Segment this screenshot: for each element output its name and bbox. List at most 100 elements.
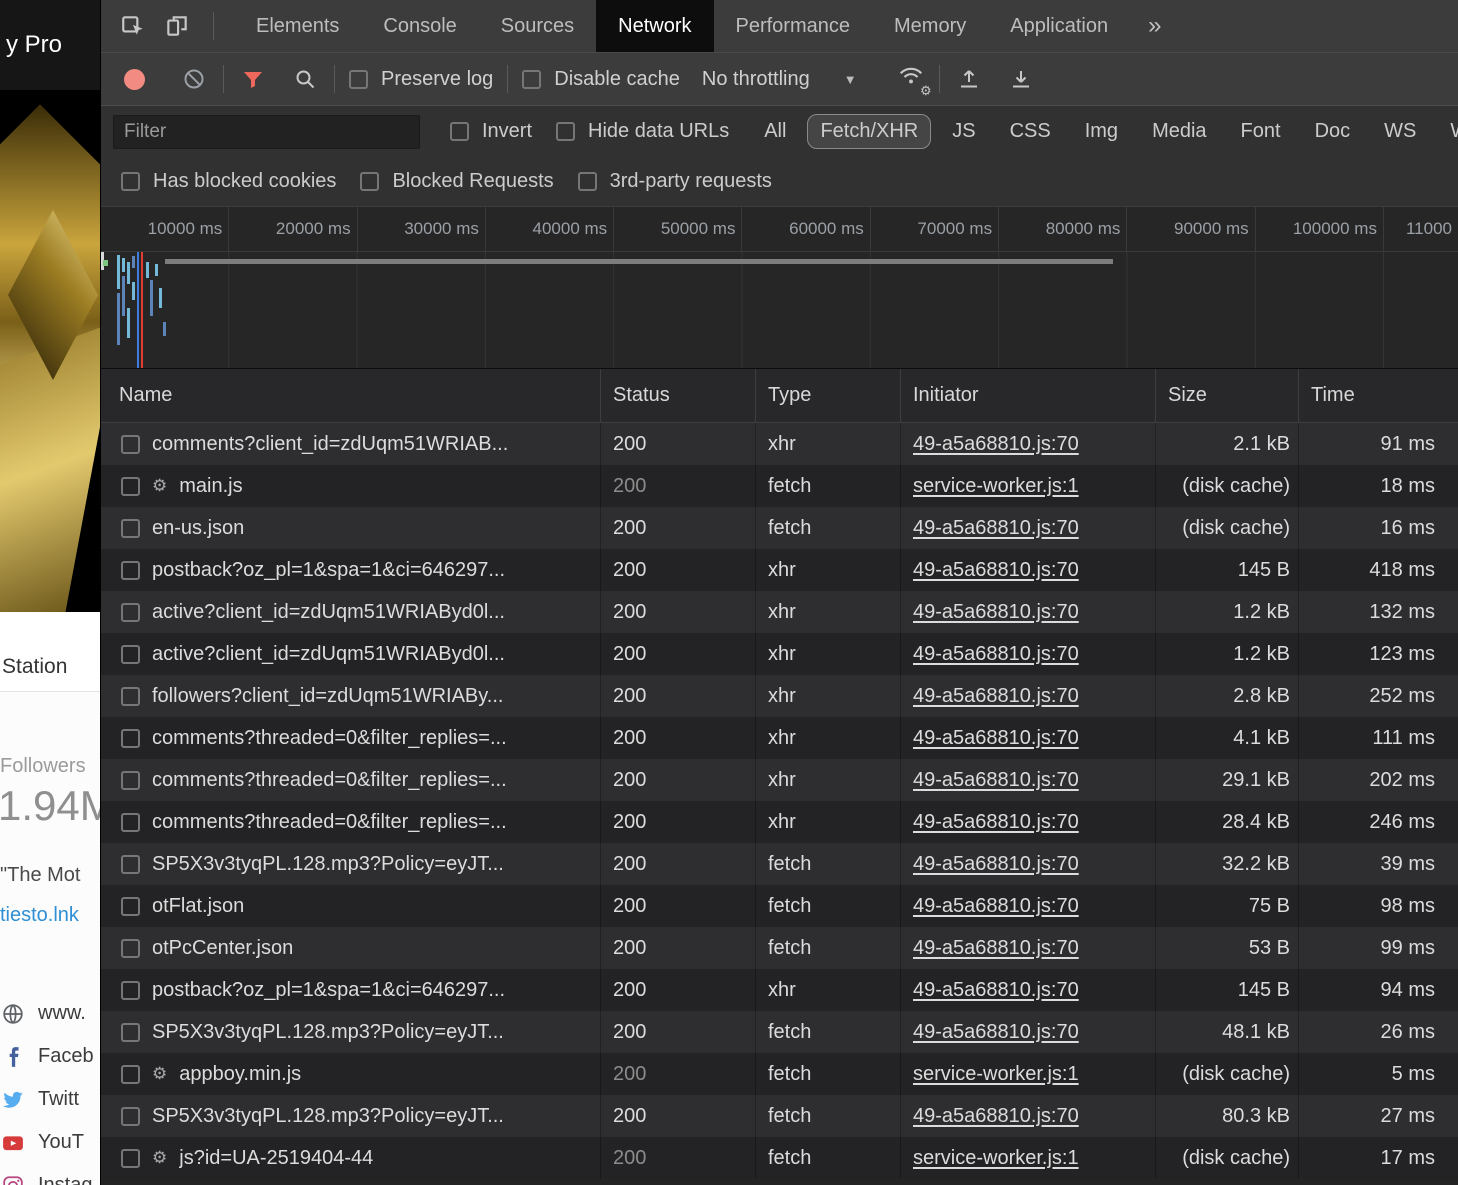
request-initiator-link[interactable]: 49-a5a68810.js:70 (913, 517, 1079, 540)
inspect-element-button[interactable] (111, 0, 155, 52)
request-row[interactable]: SP5X3v3tyqPL.128.mp3?Policy=eyJT...200fe… (101, 843, 1458, 885)
blocked-requests-checkbox[interactable]: Blocked Requests (360, 170, 553, 193)
request-initiator-link[interactable]: 49-a5a68810.js:70 (913, 1021, 1079, 1044)
request-initiator-link[interactable]: service-worker.js:1 (913, 1063, 1079, 1086)
invert-checkbox[interactable]: Invert (450, 120, 532, 143)
throttling-select[interactable]: No throttling ▼ (702, 68, 857, 91)
more-tabs-button[interactable]: » (1130, 0, 1179, 52)
chip-doc[interactable]: Doc (1302, 114, 1364, 149)
request-row[interactable]: ⚙main.js200fetchservice-worker.js:1(disk… (101, 465, 1458, 507)
request-row[interactable]: active?client_id=zdUqm51WRIAByd0l...200x… (101, 591, 1458, 633)
preserve-log-checkbox[interactable]: Preserve log (349, 68, 493, 91)
export-har-button[interactable] (1006, 67, 1036, 91)
request-initiator-link[interactable]: 49-a5a68810.js:70 (913, 811, 1079, 834)
chip-media[interactable]: Media (1139, 114, 1219, 149)
row-checkbox[interactable] (121, 603, 140, 622)
row-checkbox[interactable] (121, 1023, 140, 1042)
request-row[interactable]: postback?oz_pl=1&spa=1&ci=646297...200xh… (101, 549, 1458, 591)
chip-font[interactable]: Font (1228, 114, 1294, 149)
social-link-instag[interactable]: Instag (2, 1164, 100, 1185)
hide-data-urls-checkbox[interactable]: Hide data URLs (556, 120, 729, 143)
request-initiator-link[interactable]: 49-a5a68810.js:70 (913, 979, 1079, 1002)
request-initiator-link[interactable]: 49-a5a68810.js:70 (913, 853, 1079, 876)
request-initiator-link[interactable]: 49-a5a68810.js:70 (913, 685, 1079, 708)
request-initiator-link[interactable]: service-worker.js:1 (913, 1147, 1079, 1170)
request-row[interactable]: comments?threaded=0&filter_replies=...20… (101, 801, 1458, 843)
row-checkbox[interactable] (121, 687, 140, 706)
import-har-button[interactable] (954, 67, 984, 91)
row-checkbox[interactable] (121, 1107, 140, 1126)
request-row[interactable]: ⚙appboy.min.js200fetchservice-worker.js:… (101, 1053, 1458, 1095)
tab-elements[interactable]: Elements (234, 0, 361, 52)
chip-fetch-xhr[interactable]: Fetch/XHR (807, 114, 931, 149)
tab-sources[interactable]: Sources (479, 0, 596, 52)
timeline-graph[interactable] (101, 252, 1458, 368)
chip-css[interactable]: CSS (997, 114, 1064, 149)
request-initiator-link[interactable]: 49-a5a68810.js:70 (913, 895, 1079, 918)
request-initiator-link[interactable]: 49-a5a68810.js:70 (913, 727, 1079, 750)
row-checkbox[interactable] (121, 561, 140, 580)
request-row[interactable]: en-us.json200fetch49-a5a68810.js:70(disk… (101, 507, 1458, 549)
request-initiator-link[interactable]: 49-a5a68810.js:70 (913, 601, 1079, 624)
column-header-size[interactable]: Size (1156, 369, 1299, 422)
filter-toggle-button[interactable] (238, 67, 268, 91)
request-row[interactable]: ⚙js?id=UA-2519404-44200fetchservice-work… (101, 1137, 1458, 1179)
row-checkbox[interactable] (121, 855, 140, 874)
row-checkbox[interactable] (121, 1065, 140, 1084)
column-header-status[interactable]: Status (601, 369, 756, 422)
clear-button[interactable] (179, 67, 209, 91)
device-toolbar-button[interactable] (155, 0, 199, 52)
column-header-type[interactable]: Type (756, 369, 901, 422)
request-row[interactable]: comments?client_id=zdUqm51WRIAB...200xhr… (101, 423, 1458, 465)
chip-ws[interactable]: WS (1371, 114, 1429, 149)
row-checkbox[interactable] (121, 981, 140, 1000)
chip-all[interactable]: All (751, 114, 799, 149)
disable-cache-checkbox[interactable]: Disable cache (522, 68, 680, 91)
row-checkbox[interactable] (121, 939, 140, 958)
request-initiator-link[interactable]: 49-a5a68810.js:70 (913, 643, 1079, 666)
request-row[interactable]: otPcCenter.json200fetch49-a5a68810.js:70… (101, 927, 1458, 969)
tab-network[interactable]: Network (596, 0, 713, 52)
column-header-initiator[interactable]: Initiator (901, 369, 1156, 422)
chip-js[interactable]: JS (939, 114, 988, 149)
request-row[interactable]: SP5X3v3tyqPL.128.mp3?Policy=eyJT...200fe… (101, 1095, 1458, 1137)
column-header-time[interactable]: Time (1299, 369, 1458, 422)
bio-link[interactable]: tiesto.lnk (0, 904, 79, 927)
tab-memory[interactable]: Memory (872, 0, 988, 52)
row-checkbox[interactable] (121, 813, 140, 832)
request-initiator-link[interactable]: service-worker.js:1 (913, 475, 1079, 498)
row-checkbox[interactable] (121, 771, 140, 790)
request-initiator-link[interactable]: 49-a5a68810.js:70 (913, 769, 1079, 792)
tab-application[interactable]: Application (988, 0, 1130, 52)
row-checkbox[interactable] (121, 435, 140, 454)
social-link-twitt[interactable]: Twitt (2, 1078, 100, 1121)
request-row[interactable]: comments?threaded=0&filter_replies=...20… (101, 717, 1458, 759)
chip-w[interactable]: W (1437, 114, 1458, 149)
3rd-party-requests-checkbox[interactable]: 3rd-party requests (578, 170, 772, 193)
social-link-www[interactable]: www. (2, 992, 100, 1035)
row-checkbox[interactable] (121, 729, 140, 748)
row-checkbox[interactable] (121, 477, 140, 496)
row-checkbox[interactable] (121, 1149, 140, 1168)
request-row[interactable]: postback?oz_pl=1&spa=1&ci=646297...200xh… (101, 969, 1458, 1011)
filter-input[interactable] (113, 115, 420, 149)
tab-console[interactable]: Console (361, 0, 478, 52)
record-button[interactable] (124, 69, 145, 90)
row-checkbox[interactable] (121, 897, 140, 916)
request-row[interactable]: followers?client_id=zdUqm51WRIABy...200x… (101, 675, 1458, 717)
request-row[interactable]: active?client_id=zdUqm51WRIAByd0l...200x… (101, 633, 1458, 675)
column-header-name[interactable]: Name (101, 369, 601, 422)
station-tab[interactable]: Station (0, 612, 100, 692)
tab-performance[interactable]: Performance (714, 0, 873, 52)
row-checkbox[interactable] (121, 519, 140, 538)
chip-img[interactable]: Img (1072, 114, 1131, 149)
network-conditions-button[interactable]: ⚙ (897, 63, 925, 95)
has-blocked-cookies-checkbox[interactable]: Has blocked cookies (121, 170, 336, 193)
row-checkbox[interactable] (121, 645, 140, 664)
timeline-ruler[interactable]: 10000 ms20000 ms30000 ms40000 ms50000 ms… (101, 207, 1458, 252)
request-row[interactable]: otFlat.json200fetch49-a5a68810.js:7075 B… (101, 885, 1458, 927)
request-initiator-link[interactable]: 49-a5a68810.js:70 (913, 559, 1079, 582)
request-initiator-link[interactable]: 49-a5a68810.js:70 (913, 937, 1079, 960)
request-initiator-link[interactable]: 49-a5a68810.js:70 (913, 433, 1079, 456)
request-row[interactable]: SP5X3v3tyqPL.128.mp3?Policy=eyJT...200fe… (101, 1011, 1458, 1053)
